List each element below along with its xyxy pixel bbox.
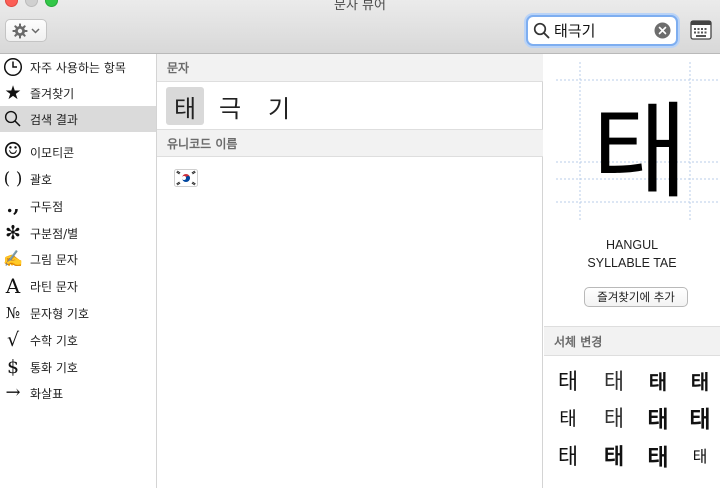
font-variant-cell[interactable]: 태 (636, 437, 680, 473)
magnifier-icon (2, 108, 24, 130)
sidebar-item-label: 괄호 (30, 172, 53, 187)
latin-icon: A (5, 274, 21, 298)
font-variant-cell[interactable]: 태 (546, 399, 590, 435)
sidebar-item-punctuation[interactable]: ., 구두점 (0, 193, 156, 219)
sidebar-item-label: 구분점/별 (30, 226, 79, 241)
south-korea-flag-icon[interactable] (174, 169, 198, 191)
character-cell[interactable]: 극 (211, 87, 249, 125)
results-pane: 문자 태 극 기 유니코드 이름 (157, 54, 543, 488)
sidebar-item-label: 수학 기호 (30, 333, 78, 348)
numero-icon: № (5, 303, 21, 322)
sidebar-item-pictographs[interactable]: ✍ 그림 문자 (0, 246, 156, 272)
sidebar-item-arrows[interactable]: → 화살표 (0, 380, 156, 406)
search-field[interactable] (526, 15, 678, 46)
sidebar-item-label: 이모티콘 (30, 145, 75, 160)
sidebar-item-emoji[interactable]: ☺ 이모티콘 (0, 139, 156, 165)
character-cell[interactable]: 태 (166, 87, 204, 125)
category-sidebar: 자주 사용하는 항목 ★ 즐겨찾기 검색 결과 ☺ 이모티콘 ( ) 괄호 .,… (0, 54, 157, 488)
sidebar-item-bullets-stars[interactable]: ✻ 구분점/별 (0, 220, 156, 246)
add-to-favorites-button[interactable]: 즐겨찾기에 추가 (584, 287, 688, 307)
sidebar-item-label: 즐겨찾기 (30, 86, 75, 101)
character-name-line-2: SYLLABLE TAE (587, 256, 677, 270)
chevron-down-icon (31, 27, 40, 34)
character-name: HANGUL SYLLABLE TAE (544, 236, 720, 272)
sidebar-item-label: 라틴 문자 (30, 279, 78, 294)
font-variant-cell[interactable]: 태 (592, 437, 636, 473)
font-variant-cell[interactable]: 태 (546, 362, 590, 398)
unicode-names-section-header: 유니코드 이름 (157, 129, 543, 157)
sidebar-item-favorites[interactable]: ★ 즐겨찾기 (0, 80, 156, 106)
keyboard-viewer-button[interactable] (690, 19, 712, 41)
font-variation-header: 서체 변경 (544, 326, 720, 356)
character-name-line-1: HANGUL (605, 238, 659, 252)
sidebar-item-label: 그림 문자 (30, 252, 78, 267)
character-cell[interactable]: 기 (260, 87, 298, 125)
smiley-icon: ☺ (3, 139, 23, 164)
search-icon (533, 22, 550, 43)
sidebar-item-latin[interactable]: A 라틴 문자 (0, 273, 156, 299)
punctuation-icon: ., (6, 194, 20, 217)
sidebar-item-label: 문자형 기호 (30, 306, 90, 321)
sidebar-item-label: 통화 기호 (30, 360, 78, 375)
sidebar-item-label: 자주 사용하는 항목 (30, 60, 126, 75)
clock-icon (2, 56, 24, 78)
selected-character-preview: 태 (592, 90, 688, 213)
sidebar-item-search-results[interactable]: 검색 결과 (0, 106, 156, 132)
font-variant-cell[interactable]: 태 (678, 399, 720, 435)
sqrt-icon: √ (6, 328, 20, 351)
toolbar: 문자 뷰어 (0, 0, 720, 54)
font-variant-cell[interactable]: 태 (592, 399, 636, 435)
characters-section-header: 문자 (157, 54, 543, 82)
sidebar-item-label: 검색 결과 (30, 112, 78, 127)
window-title: 문자 뷰어 (334, 0, 386, 13)
sidebar-item-label: 화살표 (30, 386, 64, 401)
arrow-icon: → (5, 382, 21, 403)
sidebar-item-math-symbols[interactable]: √ 수학 기호 (0, 327, 156, 353)
sidebar-item-label: 구두점 (30, 199, 64, 214)
search-input[interactable] (554, 20, 654, 41)
asterisk-icon: ✻ (5, 221, 21, 244)
font-variant-cell[interactable]: 태 (636, 399, 680, 435)
star-icon: ★ (4, 81, 22, 104)
pencil-icon: ✍ (3, 249, 23, 268)
parentheses-icon: ( ) (3, 168, 23, 189)
character-inspector: 태 HANGUL SYLLABLE TAE 즐겨찾기에 추가 서체 변경 태 태… (544, 54, 720, 488)
keyboard-viewer-icon (690, 20, 712, 45)
font-variant-cell[interactable]: 태 (546, 437, 590, 473)
font-variant-cell[interactable]: 태 (678, 362, 720, 398)
gear-icon (12, 23, 28, 39)
font-variant-cell[interactable]: 태 (678, 437, 720, 473)
sidebar-item-currency-symbols[interactable]: $ 통화 기호 (0, 354, 156, 380)
font-variant-cell[interactable]: 태 (592, 362, 636, 398)
action-menu-button[interactable] (5, 19, 47, 42)
glyph-preview: 태 (556, 62, 718, 222)
sidebar-item-frequently-used[interactable]: 자주 사용하는 항목 (0, 54, 156, 80)
dollar-icon: $ (6, 355, 20, 378)
font-variant-cell[interactable]: 태 (636, 362, 680, 398)
sidebar-item-letterlike-symbols[interactable]: № 문자형 기호 (0, 300, 156, 326)
sidebar-item-parentheses[interactable]: ( ) 괄호 (0, 166, 156, 192)
clear-search-icon[interactable] (654, 22, 671, 43)
